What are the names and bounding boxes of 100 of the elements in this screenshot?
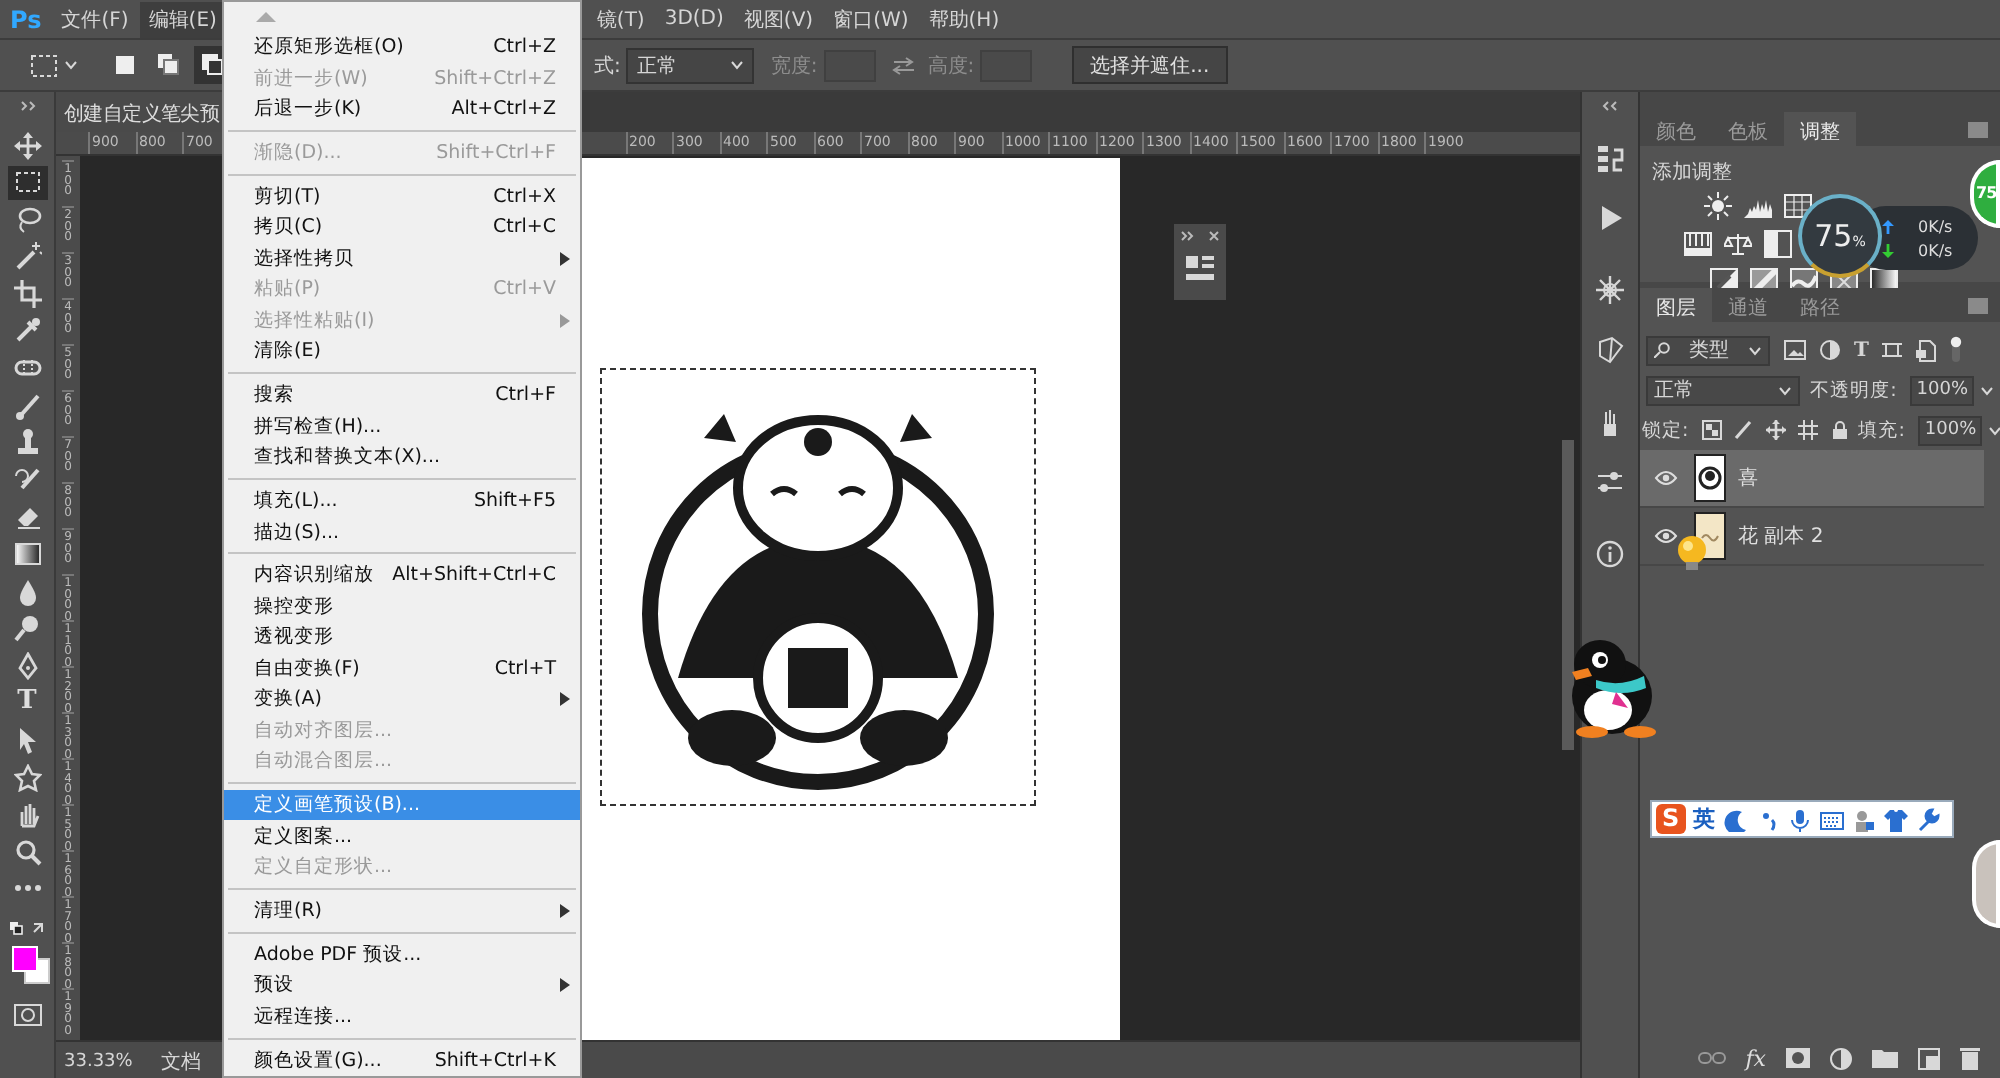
filter-dropdown[interactable]: 类型 <box>1646 335 1770 365</box>
menu-item[interactable]: 搜索 Ctrl+F <box>224 379 580 411</box>
eye-icon[interactable] <box>1654 528 1678 544</box>
menu-item[interactable]: 后退一步(K) Alt+Ctrl+Z <box>224 93 580 125</box>
shape-filter-icon[interactable] <box>1882 340 1903 360</box>
menu-bar-item[interactable]: 镜(T) <box>588 1 653 37</box>
menu-item[interactable]: 选择性拷贝 <box>224 243 580 275</box>
menu-bar-item[interactable]: 3D(D) <box>656 4 732 34</box>
menu-item[interactable]: 查找和替换文本(X)... <box>224 441 580 473</box>
panel-tab[interactable]: 色板 <box>1712 112 1784 146</box>
wrench-icon[interactable] <box>1915 807 1940 831</box>
menu-bar-item[interactable]: 窗口(W) <box>825 1 917 37</box>
image-filter-icon[interactable] <box>1784 340 1806 360</box>
fill-label: 填充: <box>1858 417 1905 443</box>
menu-item[interactable]: 预设 <box>224 970 580 1002</box>
half-square-icon[interactable] <box>1764 230 1792 258</box>
menu-bar-item[interactable]: 编辑(E) <box>140 1 225 37</box>
artboard-icon[interactable] <box>1798 420 1819 440</box>
snowflake-icon[interactable] <box>1596 276 1624 304</box>
menu-item[interactable]: 定义画笔预设(B)... <box>224 789 580 821</box>
play-icon[interactable] <box>1596 204 1624 232</box>
type-tool-button[interactable]: T <box>7 685 47 720</box>
caret-icon[interactable] <box>1980 385 1994 395</box>
half-circle-icon[interactable] <box>1820 340 1840 360</box>
document-icon[interactable] <box>1916 339 1937 361</box>
menu-item[interactable]: 剪切(T) Ctrl+X <box>224 181 580 213</box>
select-and-mask-button[interactable]: 选择并遮住... <box>1072 46 1228 84</box>
collapse-icon[interactable] <box>1602 100 1618 112</box>
quick-mask-icon[interactable] <box>13 1004 41 1027</box>
vertical-scrollbar[interactable] <box>1562 440 1574 750</box>
cube-icon[interactable] <box>1596 336 1624 364</box>
type-filter-button[interactable]: T <box>1854 339 1869 361</box>
panel-tab[interactable]: 调整 <box>1784 112 1856 146</box>
properties-icon[interactable] <box>1184 254 1216 282</box>
layer-style-button[interactable]: fx <box>1745 1045 1766 1071</box>
fill-field[interactable]: 100% <box>1918 415 1983 445</box>
input-method-logo[interactable]: S <box>1656 804 1686 834</box>
folder-icon[interactable] <box>1872 1048 1898 1068</box>
new-layer-icon[interactable] <box>1918 1047 1940 1069</box>
lock-icon[interactable] <box>1830 420 1851 440</box>
menu-item[interactable]: 还原矩形选框(O) Ctrl+Z <box>224 32 580 63</box>
expand-icon[interactable] <box>19 100 35 112</box>
menu-item[interactable]: 透视变形 <box>224 622 580 654</box>
shirt-icon[interactable] <box>1883 807 1908 831</box>
microphone-icon[interactable] <box>1787 807 1812 831</box>
sun-icon[interactable] <box>1704 192 1732 220</box>
menu-item[interactable]: Adobe PDF 预设... <box>224 939 580 971</box>
style-dropdown[interactable]: 正常 <box>626 47 755 83</box>
history-icon[interactable] <box>1596 144 1624 172</box>
menu-item[interactable]: 清除(E) <box>224 336 580 367</box>
menu-item[interactable]: 远程连接... <box>224 1001 580 1033</box>
menu-item[interactable]: 内容识别缩放 Alt+Shift+Ctrl+C <box>224 560 580 592</box>
checker-icon[interactable] <box>1702 420 1723 440</box>
mask-icon[interactable] <box>1786 1048 1810 1068</box>
menu-item[interactable]: 填充(L)... Shift+F5 <box>224 485 580 517</box>
menu-bar-item[interactable]: 视图(V) <box>735 1 822 37</box>
eye-icon[interactable] <box>1654 470 1678 486</box>
menu-bar-item[interactable]: 文件(F) <box>53 1 137 37</box>
info-icon[interactable] <box>1596 540 1624 568</box>
menu-bar-item[interactable]: 帮助(H) <box>920 1 1008 37</box>
zoom-level[interactable]: 33.33% <box>64 1051 133 1071</box>
panel-tab[interactable]: 颜色 <box>1640 112 1712 146</box>
opacity-label: 不透明度: <box>1810 377 1897 403</box>
levels-icon[interactable] <box>1684 230 1712 258</box>
scales-icon[interactable] <box>1724 230 1752 258</box>
grid-curve-icon[interactable] <box>1784 192 1812 220</box>
rectangle-select-icon <box>30 53 58 77</box>
menu-item[interactable]: 定义图案... <box>224 820 580 852</box>
moon-icon[interactable] <box>1723 807 1748 831</box>
caret-icon[interactable] <box>1988 425 2000 435</box>
sliders-icon[interactable] <box>1596 468 1624 496</box>
move-icon[interactable] <box>1766 420 1787 440</box>
opacity-field[interactable]: 100% <box>1910 375 1974 405</box>
menu-item[interactable]: 拼写检查(H)... <box>224 410 580 442</box>
trash-icon[interactable] <box>1960 1046 1980 1070</box>
link-icon[interactable] <box>1697 1050 1726 1066</box>
keyboard-icon[interactable] <box>1819 807 1844 831</box>
layer-row[interactable]: 喜 <box>1640 450 1984 508</box>
menu-item[interactable]: 自由变换(F) Ctrl+T <box>224 653 580 685</box>
panel-tab[interactable]: 图层 <box>1640 288 1712 322</box>
document-tab[interactable]: 创建自定义笔尖预 <box>56 92 224 132</box>
menu-item[interactable]: 操控变形 <box>224 591 580 623</box>
menu-item[interactable]: 描边(S)... <box>224 516 580 548</box>
panel-tab[interactable]: 通道 <box>1712 288 1784 322</box>
menu-item[interactable]: 拷贝(C) Ctrl+C <box>224 212 580 244</box>
menu-item[interactable]: 变换(A) <box>224 684 580 715</box>
brush-icon[interactable] <box>1734 420 1755 440</box>
panel-tab[interactable]: 路径 <box>1784 288 1856 322</box>
rectangle-select-tool-button[interactable] <box>7 165 47 200</box>
tool-preset-picker[interactable] <box>26 49 82 81</box>
menu-item[interactable]: 颜色设置(G)... Shift+Ctrl+K <box>224 1045 580 1076</box>
blend-mode-dropdown[interactable]: 正常 <box>1646 375 1801 405</box>
menu-item[interactable]: 清理(R) <box>224 895 580 927</box>
toggle-icon[interactable] <box>1950 336 1963 364</box>
user-icon[interactable] <box>1851 807 1876 831</box>
swap-colors-icon[interactable] <box>7 920 47 939</box>
language-mode-button[interactable]: 英 <box>1693 804 1716 834</box>
half-circle-icon[interactable] <box>1830 1047 1852 1069</box>
foreground-color-swatch[interactable] <box>11 946 37 973</box>
collapse-icon[interactable] <box>1180 230 1220 242</box>
